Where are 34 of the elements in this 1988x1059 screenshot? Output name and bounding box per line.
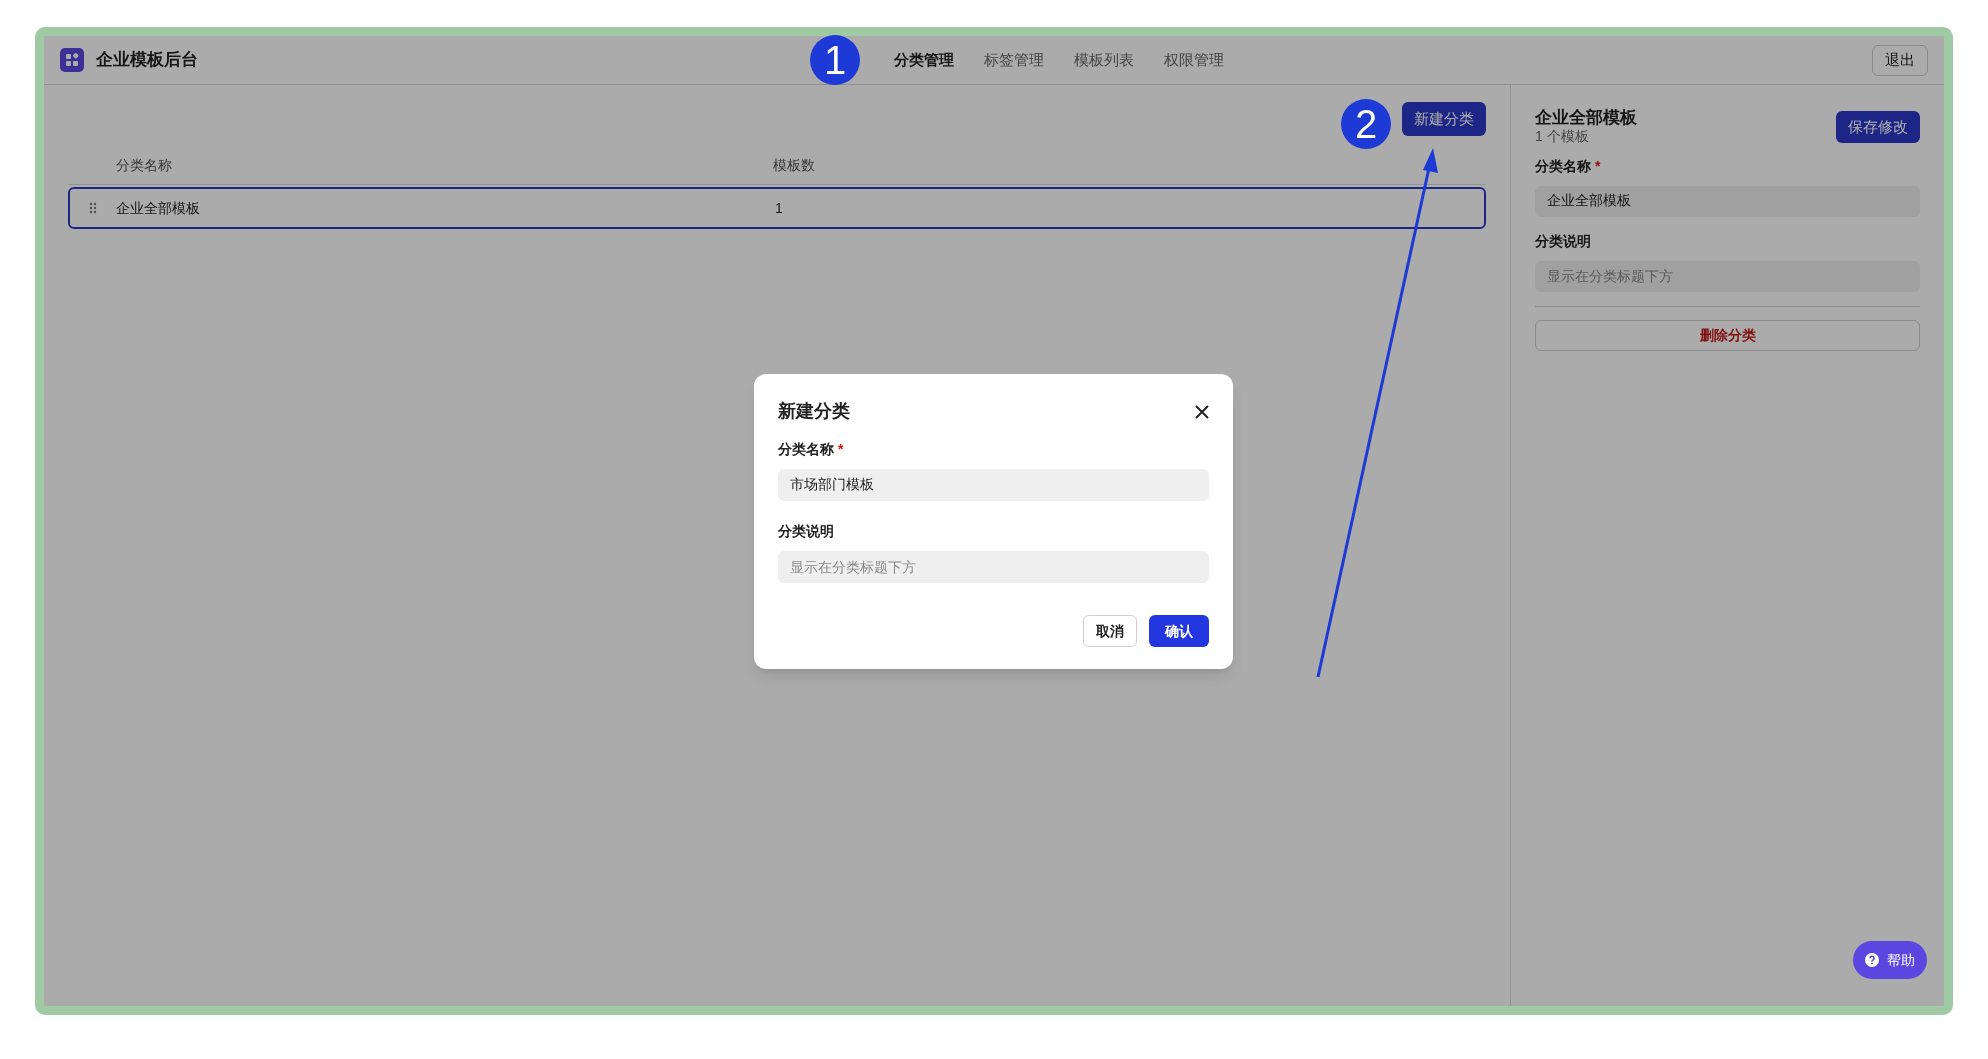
drag-handle-icon[interactable] (89, 202, 97, 214)
logout-button[interactable]: 退出 (1872, 44, 1928, 76)
new-category-button[interactable]: 新建分类 (1402, 102, 1486, 136)
nav-tab[interactable]: 分类管理 (894, 48, 954, 72)
input-field[interactable]: 显示在分类标题下方 (1535, 260, 1920, 292)
help-button[interactable]: 帮助 (1853, 941, 1927, 979)
input-field[interactable]: 企业全部模板 (1535, 185, 1920, 217)
detail-subtitle: 1 个模板 (1535, 128, 1590, 146)
required-mark: * (1595, 156, 1601, 176)
app-title: 企业模板后台 (96, 49, 198, 72)
field-label: 分类名称 (1535, 156, 1591, 176)
table-cell-text: 企业全部模板 (116, 198, 200, 218)
nav-tab[interactable]: 模板列表 (1074, 48, 1134, 72)
detail-title: 企业全部模板 (1535, 107, 1637, 129)
nav-tab[interactable]: 权限管理 (1164, 48, 1224, 72)
table-row[interactable]: 企业全部模板 1 (68, 187, 1486, 229)
nav-tab[interactable]: 标签管理 (984, 48, 1044, 72)
close-icon[interactable] (1195, 404, 1209, 419)
dialog-title: 新建分类 (778, 400, 850, 423)
confirm-button[interactable]: 确认 (1149, 615, 1209, 647)
column-header: 分类名称 (116, 156, 172, 173)
save-button[interactable]: 保存修改 (1836, 111, 1920, 143)
input-field[interactable]: 显示在分类标题下方 (778, 551, 1209, 583)
field-label: 分类名称 (778, 440, 834, 459)
column-header: 模板数 (773, 156, 815, 173)
cancel-button[interactable]: 取消 (1083, 615, 1137, 647)
required-mark: * (838, 440, 844, 459)
field-label: 分类说明 (1535, 231, 1591, 251)
question-icon (1865, 953, 1879, 967)
field-label: 分类说明 (778, 522, 834, 541)
delete-button[interactable]: 删除分类 (1535, 319, 1920, 351)
grid-icon (60, 48, 84, 72)
table-cell: 1 (775, 199, 783, 216)
input-field[interactable]: 市场部门模板 (778, 469, 1209, 501)
